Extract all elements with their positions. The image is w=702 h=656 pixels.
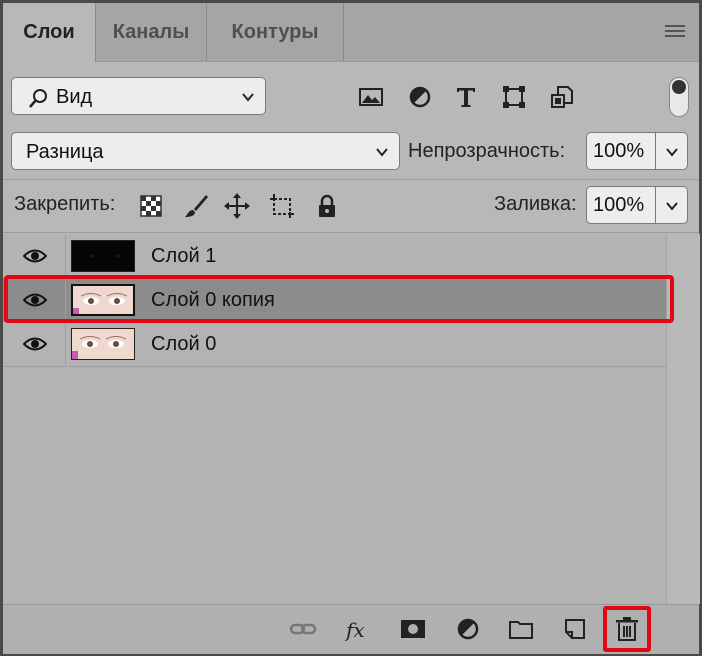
lock-pixels-icon[interactable] bbox=[182, 192, 210, 220]
lock-transparency-icon[interactable] bbox=[137, 192, 165, 220]
selection-highlight bbox=[4, 275, 674, 323]
folder-icon[interactable] bbox=[507, 615, 535, 643]
smart-object-icon[interactable] bbox=[548, 83, 576, 111]
blend-mode-value: Разница bbox=[26, 141, 104, 163]
trash-highlight bbox=[603, 606, 651, 652]
shape-icon[interactable] bbox=[500, 83, 528, 111]
chevron-down-icon bbox=[242, 93, 254, 102]
tab-paths[interactable]: Контуры bbox=[207, 3, 344, 61]
visibility-toggle[interactable] bbox=[3, 322, 66, 366]
adjustment-layer-icon[interactable] bbox=[454, 615, 482, 643]
layer-name[interactable]: Слой 1 bbox=[151, 245, 216, 268]
lock-all-icon[interactable] bbox=[313, 192, 341, 220]
type-icon[interactable] bbox=[452, 83, 480, 111]
image-icon[interactable] bbox=[357, 83, 385, 111]
opacity-dropdown[interactable] bbox=[656, 132, 688, 170]
filter-kind-select[interactable]: Вид bbox=[11, 77, 266, 115]
layers-panel: Слои Каналы Контуры Вид Разница Непрозра… bbox=[3, 3, 700, 654]
fill-label: Заливка: bbox=[494, 193, 577, 215]
visibility-toggle[interactable] bbox=[3, 234, 66, 278]
opacity-label: Непрозрачность: bbox=[408, 140, 566, 162]
search-icon bbox=[29, 89, 47, 108]
layer-thumbnail bbox=[71, 328, 135, 360]
lock-label: Закрепить: bbox=[14, 193, 116, 215]
eye-icon bbox=[23, 337, 47, 351]
layer-row[interactable]: Слой 1 bbox=[3, 234, 666, 279]
eye-icon bbox=[23, 249, 47, 263]
filter-toggle[interactable] bbox=[669, 77, 689, 117]
layer-name[interactable]: Слой 0 bbox=[151, 333, 216, 356]
panel-menu-icon[interactable] bbox=[665, 25, 685, 39]
link-icon[interactable] bbox=[289, 615, 317, 643]
tab-bar: Слои Каналы Контуры bbox=[3, 3, 699, 62]
lock-artboard-icon[interactable] bbox=[268, 192, 296, 220]
adjustment-icon[interactable] bbox=[406, 83, 434, 111]
layer-row[interactable]: Слой 0 bbox=[3, 322, 666, 367]
divider bbox=[3, 179, 699, 180]
blend-mode-select[interactable]: Разница bbox=[11, 132, 400, 170]
chevron-down-icon bbox=[666, 148, 678, 157]
opacity-input[interactable]: 100% bbox=[586, 132, 656, 170]
fx-icon[interactable]: fx bbox=[345, 615, 373, 643]
fill-input[interactable]: 100% bbox=[586, 186, 656, 224]
new-layer-icon[interactable] bbox=[561, 615, 589, 643]
divider bbox=[3, 232, 699, 233]
layer-thumbnail bbox=[71, 240, 135, 272]
tab-layers[interactable]: Слои bbox=[3, 3, 96, 62]
tab-channels[interactable]: Каналы bbox=[96, 3, 207, 61]
mask-icon[interactable] bbox=[399, 615, 427, 643]
lock-position-icon[interactable] bbox=[223, 192, 251, 220]
chevron-down-icon bbox=[376, 148, 388, 157]
fill-dropdown[interactable] bbox=[656, 186, 688, 224]
chevron-down-icon bbox=[666, 202, 678, 211]
filter-label: Вид bbox=[56, 86, 93, 108]
svg-text:fx: fx bbox=[345, 618, 365, 642]
